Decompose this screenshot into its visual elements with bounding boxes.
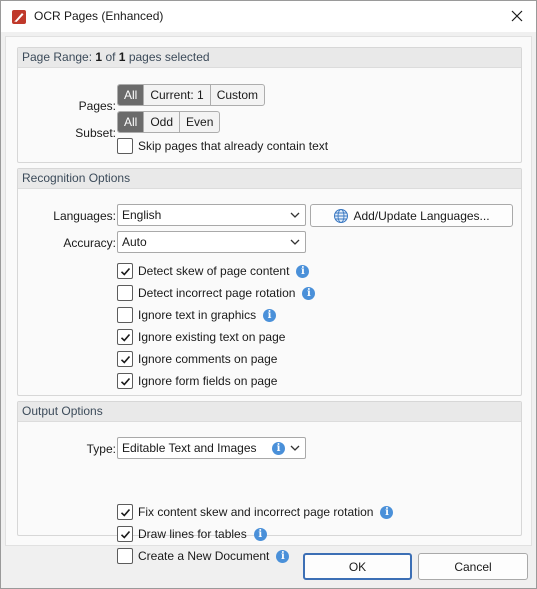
- info-icon[interactable]: i: [296, 264, 310, 278]
- detect-incorrect-page-rotation-checkbox[interactable]: [117, 285, 133, 301]
- ignore-form-fields-on-page-checkbox[interactable]: [117, 373, 133, 389]
- chevron-down-icon: [290, 212, 300, 218]
- ignore-form-fields-on-page-label: Ignore form fields on page: [138, 374, 278, 388]
- page-range-header: Page Range: 1 of 1 pages selected: [18, 48, 521, 68]
- ignore-existing-text-on-page-checkbox[interactable]: [117, 329, 133, 345]
- pages-label: Pages:: [78, 99, 116, 113]
- add-languages-label: Add/Update Languages...: [353, 208, 490, 223]
- checkmark-icon: [120, 530, 130, 539]
- dialog-body: Page Range: 1 of 1 pages selected Pages:…: [5, 36, 532, 564]
- ocr-dialog: OCR Pages (Enhanced) Page Range: 1 of 1 …: [0, 0, 537, 589]
- recognition-header: Recognition Options: [18, 169, 521, 189]
- accuracy-label: Accuracy:: [63, 236, 116, 250]
- checkmark-icon: [120, 377, 130, 386]
- fix-content-skew-and-incorrect-page-rotation-label: Fix content skew and incorrect page rota…: [138, 505, 374, 519]
- checkmark-icon: [120, 508, 130, 517]
- chevron-down-icon: [290, 445, 300, 451]
- skip-text-pages-checkbox[interactable]: [117, 138, 133, 154]
- app-logo-icon: [12, 10, 26, 24]
- close-button[interactable]: [504, 4, 530, 28]
- info-icon[interactable]: i: [263, 308, 277, 322]
- ok-button-label: OK: [348, 559, 367, 574]
- languages-combo[interactable]: English: [117, 204, 306, 226]
- accuracy-value: Auto: [122, 235, 147, 249]
- checkmark-icon: [120, 333, 130, 342]
- subset-label: Subset:: [75, 126, 116, 140]
- cancel-button[interactable]: Cancel: [418, 553, 528, 580]
- info-icon[interactable]: i: [272, 442, 285, 455]
- detect-incorrect-page-rotation-label: Detect incorrect page rotation: [138, 286, 296, 300]
- detect-skew-of-page-content-option: Detect skew of page content i: [117, 262, 310, 280]
- fix-content-skew-and-incorrect-page-rotation-option: Fix content skew and incorrect page rota…: [117, 503, 394, 521]
- type-value: Editable Text and Images: [122, 441, 257, 455]
- ignore-comments-on-page-option: Ignore comments on page: [117, 350, 277, 368]
- ignore-form-fields-on-page-option: Ignore form fields on page: [117, 372, 277, 390]
- pages-selector: All Current: 1 Custom: [117, 84, 266, 106]
- ignore-text-in-graphics-option: Ignore text in graphics i: [117, 306, 277, 324]
- pages-current-option[interactable]: Current: 1: [144, 85, 211, 105]
- subset-selector: All Odd Even: [117, 111, 221, 133]
- ignore-text-in-graphics-label: Ignore text in graphics: [138, 308, 257, 322]
- type-combo[interactable]: Editable Text and Images i: [117, 437, 306, 459]
- info-icon[interactable]: i: [380, 505, 394, 519]
- languages-label: Languages:: [53, 209, 116, 223]
- ok-button[interactable]: OK: [303, 553, 412, 580]
- ignore-comments-on-page-label: Ignore comments on page: [138, 352, 278, 366]
- info-icon[interactable]: i: [302, 286, 316, 300]
- subset-odd-option[interactable]: Odd: [144, 112, 181, 132]
- create-a-new-document-option: Create a New Document i: [117, 547, 290, 565]
- info-icon[interactable]: i: [253, 527, 267, 541]
- draw-lines-for-tables-checkbox[interactable]: [117, 526, 133, 542]
- subset-all-option[interactable]: All: [118, 112, 145, 132]
- detect-skew-of-page-content-checkbox[interactable]: [117, 263, 133, 279]
- title-bar: OCR Pages (Enhanced): [1, 1, 536, 32]
- ignore-text-in-graphics-checkbox[interactable]: [117, 307, 133, 323]
- checkmark-icon: [120, 355, 130, 364]
- recognition-group: Recognition Options Languages: English A…: [17, 168, 522, 396]
- draw-lines-for-tables-label: Draw lines for tables: [138, 527, 247, 541]
- skip-text-pages-option: Skip pages that already contain text: [117, 137, 328, 155]
- output-header: Output Options: [18, 402, 521, 422]
- create-a-new-document-checkbox[interactable]: [117, 548, 133, 564]
- page-range-group: Page Range: 1 of 1 pages selected Pages:…: [17, 47, 522, 163]
- add-languages-button[interactable]: Add/Update Languages...: [310, 204, 513, 227]
- ignore-comments-on-page-checkbox[interactable]: [117, 351, 133, 367]
- accuracy-combo[interactable]: Auto: [117, 231, 306, 253]
- globe-icon: [334, 208, 349, 223]
- ignore-existing-text-on-page-label: Ignore existing text on page: [138, 330, 286, 344]
- output-group: Output Options Type: Editable Text and I…: [17, 401, 522, 564]
- window-title: OCR Pages (Enhanced): [34, 9, 164, 23]
- checkmark-icon: [120, 267, 130, 276]
- pages-custom-option[interactable]: Custom: [211, 85, 264, 105]
- skip-text-pages-label: Skip pages that already contain text: [138, 139, 329, 153]
- info-icon[interactable]: i: [276, 549, 290, 563]
- subset-even-option[interactable]: Even: [180, 112, 219, 132]
- detect-skew-of-page-content-label: Detect skew of page content: [138, 264, 290, 278]
- close-icon: [511, 10, 523, 22]
- create-a-new-document-label: Create a New Document: [138, 549, 270, 563]
- detect-incorrect-page-rotation-option: Detect incorrect page rotation i: [117, 284, 316, 302]
- cancel-button-label: Cancel: [454, 559, 492, 574]
- ignore-existing-text-on-page-option: Ignore existing text on page: [117, 328, 285, 346]
- languages-value: English: [122, 208, 162, 222]
- chevron-down-icon: [290, 239, 300, 245]
- draw-lines-for-tables-option: Draw lines for tables i: [117, 525, 267, 543]
- type-label: Type:: [86, 442, 116, 456]
- pages-all-option[interactable]: All: [118, 85, 145, 105]
- fix-content-skew-and-incorrect-page-rotation-checkbox[interactable]: [117, 504, 133, 520]
